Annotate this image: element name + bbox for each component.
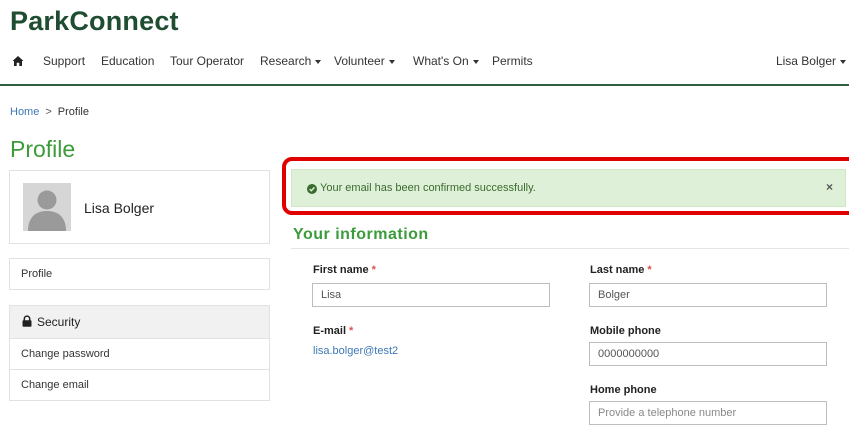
sidebar-item-change-password[interactable]: Change password — [10, 338, 269, 369]
brand-logo[interactable]: ParkConnect — [10, 6, 179, 37]
lock-icon — [22, 315, 32, 327]
main-navbar: Support Education Tour Operator Research… — [0, 46, 849, 86]
sidebar-item-profile[interactable]: Profile — [10, 259, 269, 289]
highlight-annotation — [282, 157, 849, 215]
nav-item-research[interactable]: Research — [260, 54, 322, 68]
last-name-field[interactable] — [589, 283, 827, 307]
chevron-down-icon — [388, 59, 395, 64]
breadcrumb-home-link[interactable]: Home — [10, 106, 39, 118]
required-marker: * — [647, 264, 652, 276]
user-menu[interactable]: Lisa Bolger — [776, 54, 846, 68]
nav-item-whats-on[interactable]: What's On — [413, 54, 479, 68]
profile-card: Lisa Bolger — [9, 170, 270, 244]
mobile-phone-field[interactable] — [589, 342, 827, 366]
home-icon[interactable] — [12, 55, 24, 67]
nav-item-tour-operator[interactable]: Tour Operator — [170, 54, 244, 68]
section-divider — [291, 248, 849, 249]
sidebar-security-group: Security Change password Change email — [9, 305, 270, 401]
sidebar-item-change-email[interactable]: Change email — [10, 369, 269, 400]
email-link[interactable]: lisa.bolger@test2 — [313, 345, 398, 357]
profile-name: Lisa Bolger — [84, 200, 155, 216]
sidebar-security-heading: Security — [10, 306, 269, 338]
mobile-phone-label: Mobile phone — [590, 325, 661, 337]
first-name-label: First name * — [313, 264, 376, 276]
last-name-label: Last name * — [590, 264, 652, 276]
required-marker: * — [371, 264, 376, 276]
home-phone-field[interactable] — [589, 401, 827, 425]
first-name-field[interactable] — [312, 283, 550, 307]
sidebar-profile-group: Profile — [9, 258, 270, 290]
breadcrumb: Home > Profile — [10, 106, 89, 118]
avatar — [23, 183, 71, 231]
chevron-down-icon — [315, 59, 322, 64]
page-title: Profile — [10, 136, 76, 162]
nav-item-education[interactable]: Education — [101, 54, 154, 68]
nav-item-support[interactable]: Support — [43, 54, 85, 68]
nav-item-volunteer[interactable]: Volunteer — [334, 54, 395, 68]
breadcrumb-current: Profile — [57, 106, 89, 118]
nav-item-permits[interactable]: Permits — [492, 54, 533, 68]
section-title: Your information — [293, 226, 429, 243]
breadcrumb-separator: > — [45, 106, 52, 118]
email-label: E-mail * — [313, 325, 354, 337]
chevron-down-icon — [840, 59, 846, 64]
chevron-down-icon — [472, 59, 479, 64]
required-marker: * — [349, 325, 354, 337]
home-phone-label: Home phone — [590, 384, 657, 396]
user-avatar-icon — [23, 183, 71, 231]
